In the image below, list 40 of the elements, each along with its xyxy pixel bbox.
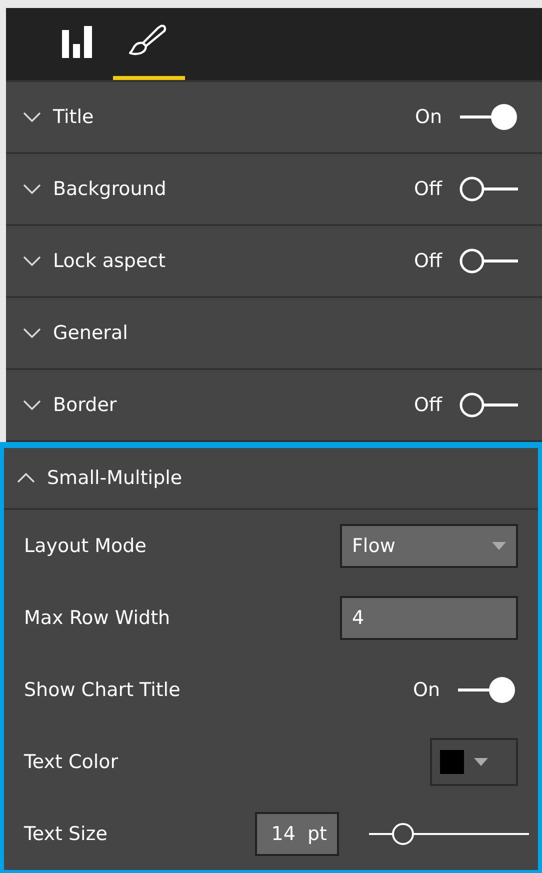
toggle-switch[interactable] <box>458 247 520 275</box>
toggle-switch[interactable] <box>458 103 520 131</box>
setting-label: Text Size <box>24 823 108 845</box>
max-row-width-field[interactable]: 4 <box>340 596 518 640</box>
toggle-switch[interactable] <box>458 391 520 419</box>
section-title: Border <box>53 394 118 416</box>
text-size-field[interactable]: 14 pt <box>255 812 339 856</box>
setting-label: Max Row Width <box>24 607 172 629</box>
setting-label: Show Chart Title <box>24 679 182 701</box>
section-header[interactable]: Title On <box>6 82 542 152</box>
toggle-state: Off <box>414 394 442 416</box>
caret-icon <box>474 758 488 766</box>
chevron-down-icon <box>23 184 41 194</box>
setting-label: Layout Mode <box>24 535 148 557</box>
section-header[interactable]: General <box>6 298 542 368</box>
toggle-state: On <box>415 106 442 128</box>
color-picker[interactable] <box>430 738 518 786</box>
section-title: General <box>53 322 129 344</box>
chevron-up-icon <box>17 473 35 483</box>
section-title: Title <box>53 106 95 128</box>
section-title: Background <box>53 178 168 200</box>
section-title: Small-Multiple <box>47 467 184 489</box>
slider-thumb[interactable] <box>392 823 414 845</box>
bar-chart-icon <box>62 26 92 58</box>
section-title: Lock aspect <box>53 250 167 272</box>
chevron-down-icon <box>23 400 41 410</box>
section-header[interactable]: Border Off <box>6 370 542 440</box>
chevron-down-icon <box>23 256 41 266</box>
toggle-switch[interactable] <box>456 676 518 704</box>
chevron-down-icon <box>23 328 41 338</box>
setting-label: Text Color <box>24 751 120 773</box>
toggle-state: Off <box>414 178 442 200</box>
caret-icon <box>492 542 506 550</box>
toggle-state: On <box>413 679 440 701</box>
toggle-switch[interactable] <box>458 175 520 203</box>
section-header[interactable]: Background Off <box>6 154 542 224</box>
chevron-down-icon <box>23 112 41 122</box>
section-header[interactable]: Lock aspect Off <box>6 226 542 296</box>
toggle-state: Off <box>414 250 442 272</box>
layout-mode-dropdown[interactable]: Flow <box>340 524 518 568</box>
